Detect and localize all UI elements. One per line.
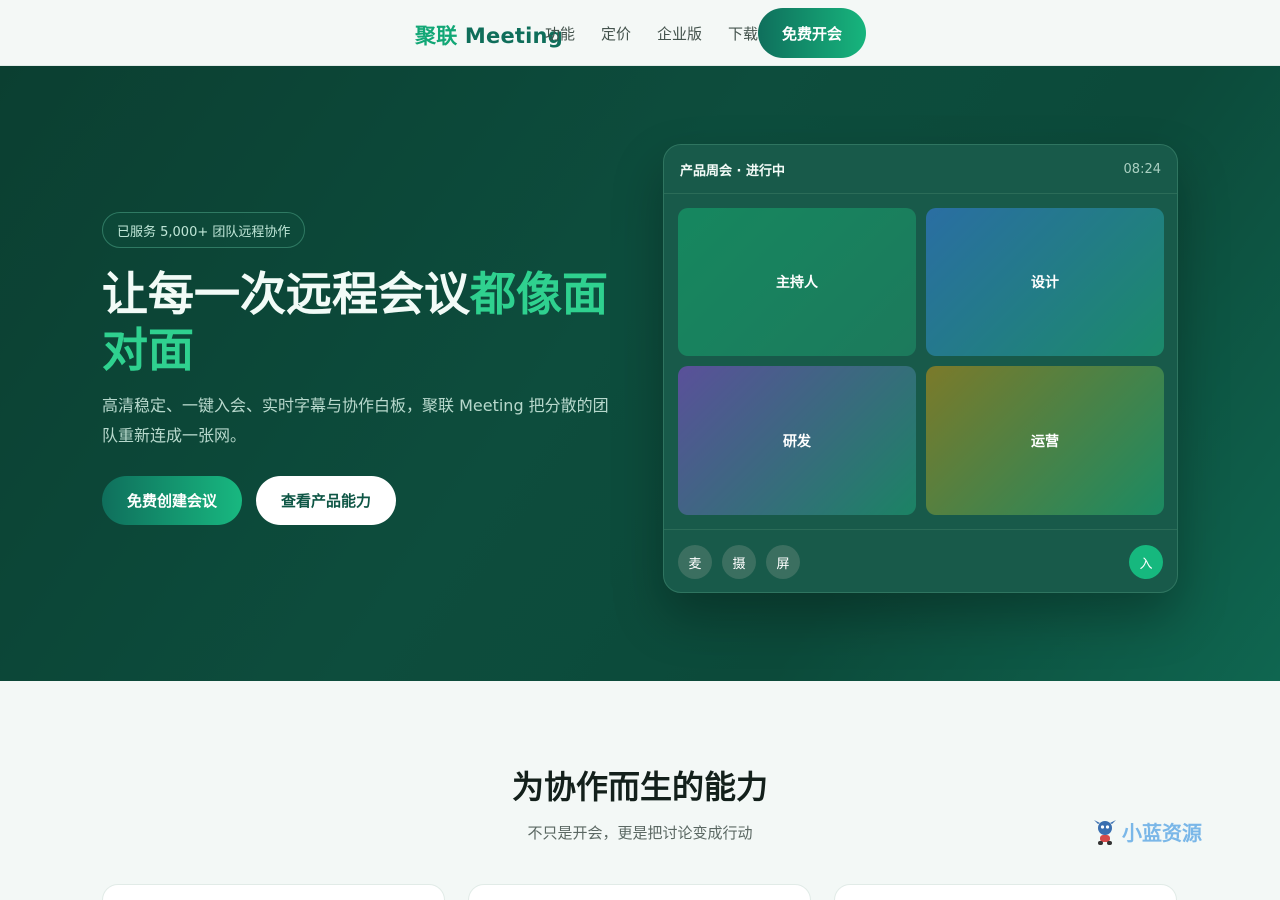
brand-name-cn: 聚联 (415, 24, 458, 48)
hero-title-main: 让每一次远程会议 (102, 267, 470, 321)
feature-card (468, 884, 811, 900)
meeting-card-header: 产品周会 · 进行中 08:24 (664, 145, 1177, 194)
top-nav: 聚联 Meeting 功能 定价 企业版 下载 免费开会 (0, 0, 1280, 66)
mic-toggle-button[interactable]: 麦 (678, 545, 712, 579)
hero-subtitle: 高清稳定、一键入会、实时字幕与协作白板，聚联 Meeting 把分散的团队重新连… (102, 396, 609, 445)
features-subtitle: 不只是开会，更是把讨论变成行动 (527, 824, 753, 842)
features-title: 为协作而生的能力 (511, 768, 768, 806)
join-meeting-button[interactable]: 入 (1129, 545, 1163, 579)
nav-links: 功能 定价 企业版 下载 (545, 23, 758, 44)
view-features-button[interactable]: 查看产品能力 (256, 476, 396, 525)
create-meeting-button[interactable]: 免费创建会议 (102, 476, 242, 525)
brand-logo[interactable]: 聚联 Meeting (415, 20, 563, 50)
feature-card (834, 884, 1177, 900)
nav-link-pricing[interactable]: 定价 (601, 23, 631, 44)
feature-card (102, 884, 445, 900)
screen-share-button[interactable]: 屏 (766, 545, 800, 579)
video-tile-host[interactable]: 主持人 (678, 208, 916, 356)
start-meeting-button[interactable]: 免费开会 (758, 8, 866, 58)
meeting-preview-card: 产品周会 · 进行中 08:24 主持人 设计 研发 运营 麦 摄 屏 入 (663, 144, 1178, 593)
camera-toggle-button[interactable]: 摄 (722, 545, 756, 579)
nav-link-features[interactable]: 功能 (545, 23, 575, 44)
meeting-timer: 08:24 (1123, 161, 1161, 177)
watermark-text: 小蓝资源 (1122, 821, 1202, 845)
video-tile-dev[interactable]: 研发 (678, 366, 916, 515)
trust-badge: 已服务 5,000+ 团队远程协作 (102, 212, 306, 248)
watermark: 小蓝资源 (1092, 817, 1202, 846)
video-tile-design[interactable]: 设计 (926, 208, 1164, 356)
video-tile-ops[interactable]: 运营 (926, 366, 1164, 515)
mascot-icon (1094, 819, 1116, 845)
meeting-controls: 麦 摄 屏 入 (664, 529, 1177, 592)
nav-link-download[interactable]: 下载 (728, 23, 758, 44)
nav-link-enterprise[interactable]: 企业版 (657, 23, 702, 44)
meeting-title: 产品周会 · 进行中 (680, 163, 785, 179)
video-grid: 主持人 设计 研发 运营 (678, 208, 1164, 516)
hero-section: 已服务 5,000+ 团队远程协作 让每一次远程会议都像面对面 高清稳定、一键入… (0, 66, 1280, 681)
hero-title: 让每一次远程会议都像面对面 (102, 266, 622, 378)
